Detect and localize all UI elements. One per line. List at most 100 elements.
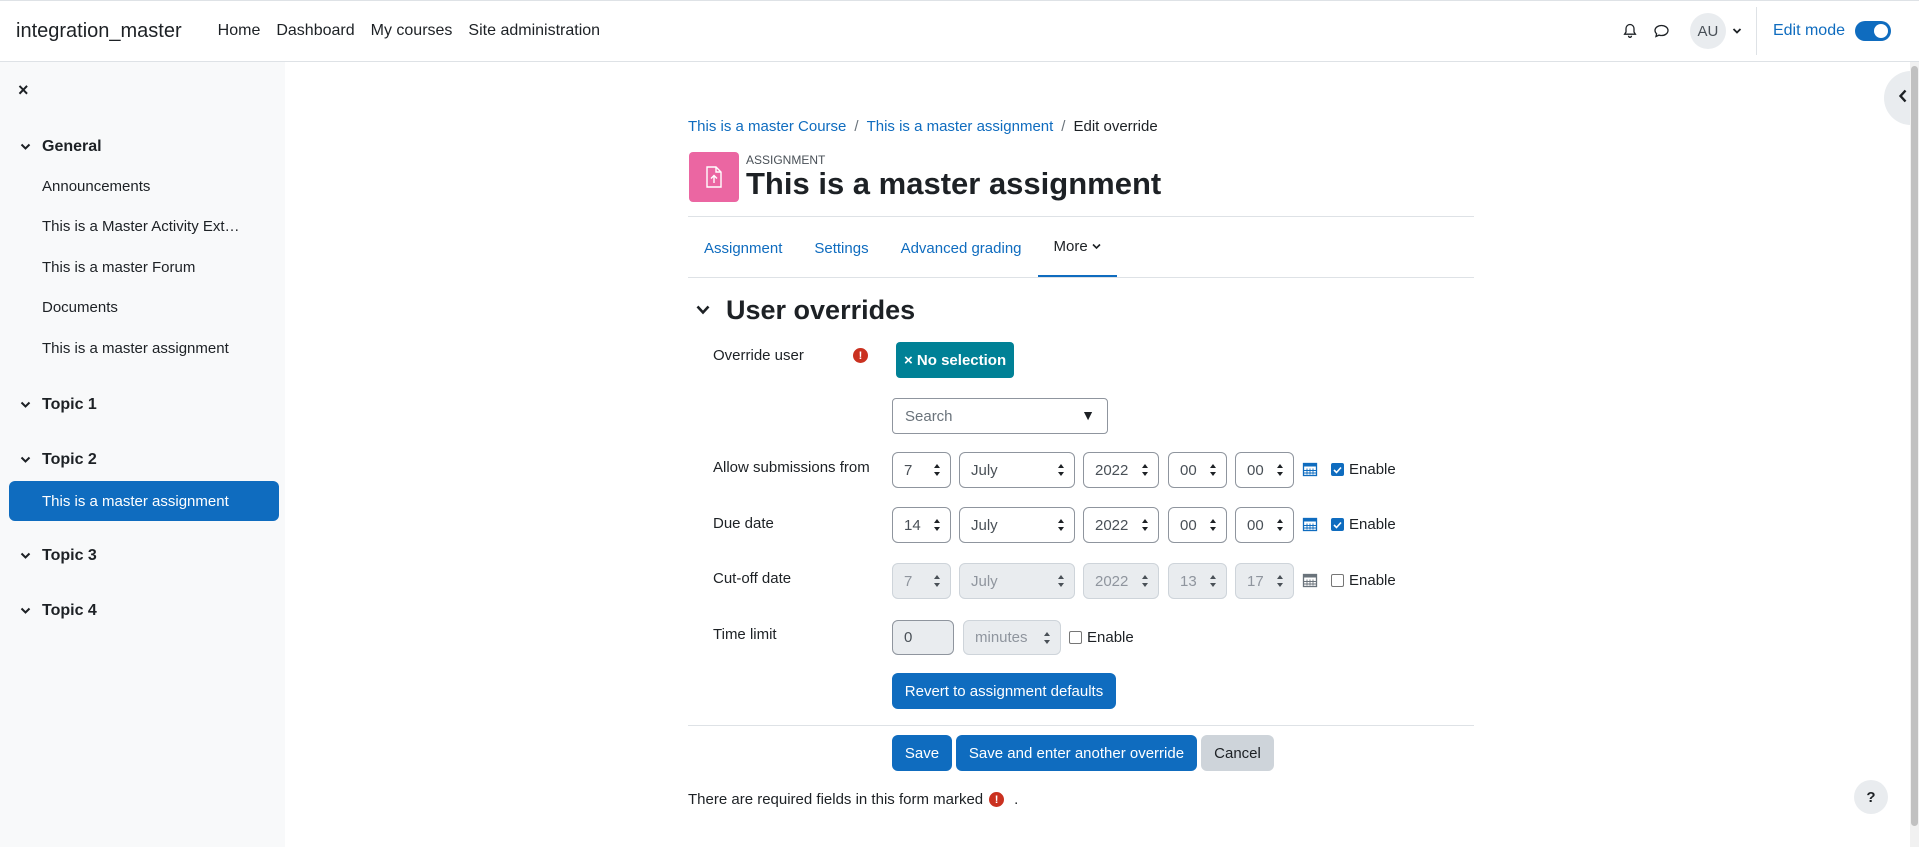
select-value: July (971, 516, 998, 534)
nav-my-courses-link[interactable]: My courses (371, 22, 453, 40)
cutoff-enable-checkbox[interactable]: Enable (1331, 572, 1396, 589)
footnote-text: There are required fields in this form m… (688, 791, 984, 808)
select-value: 00 (1247, 461, 1264, 479)
scrollbar-thumb[interactable] (1911, 66, 1918, 826)
breadcrumb-current: Edit override (1073, 118, 1158, 135)
calendar-icon[interactable] (1302, 572, 1318, 588)
page-title: This is a master assignment (746, 166, 1162, 201)
due-enable-checkbox[interactable]: Enable (1331, 516, 1396, 533)
course-index-item-master-forum[interactable]: This is a master Forum (42, 259, 195, 276)
chevron-down-icon[interactable] (20, 552, 32, 560)
allow-from-hour-select[interactable]: 00 (1168, 452, 1227, 488)
page-scrollbar[interactable] (1910, 62, 1919, 847)
nav-site-administration-link[interactable]: Site administration (468, 22, 600, 40)
cutoff-day-select[interactable]: 7 (892, 563, 951, 599)
chevron-down-icon[interactable] (20, 143, 32, 151)
cutoff-hour-select[interactable]: 13 (1168, 563, 1227, 599)
breadcrumb-course-link[interactable]: This is a master Course (688, 118, 846, 135)
time-limit-input[interactable]: 0 (892, 620, 954, 655)
nav-home-link[interactable]: Home (218, 22, 261, 40)
tab-assignment[interactable]: Assignment (688, 218, 798, 278)
due-minute-select[interactable]: 00 (1235, 507, 1294, 543)
allow-from-day-select[interactable]: 7 (892, 452, 951, 488)
required-icon: ! (989, 792, 1005, 807)
due-month-select[interactable]: July (959, 507, 1075, 543)
calendar-icon[interactable] (1302, 461, 1318, 477)
edit-mode-toggle[interactable] (1855, 21, 1891, 41)
chevron-down-icon (1092, 243, 1101, 250)
select-value: 00 (1247, 516, 1264, 534)
breadcrumb-assignment-link[interactable]: This is a master assignment (867, 118, 1054, 135)
chat-icon[interactable] (1646, 15, 1678, 47)
checkbox-unchecked-icon[interactable] (1331, 574, 1344, 587)
save-button[interactable]: Save (892, 735, 952, 771)
allow-from-enable-checkbox[interactable]: Enable (1331, 461, 1396, 478)
breadcrumb-separator: / (1061, 118, 1066, 135)
chevron-down-icon[interactable] (20, 456, 32, 464)
navbar-right: AU Edit mode (1614, 1, 1919, 61)
enable-label: Enable (1349, 516, 1396, 533)
allow-from-minute-select[interactable]: 00 (1235, 452, 1294, 488)
due-year-select[interactable]: 2022 (1083, 507, 1159, 543)
save-another-override-button[interactable]: Save and enter another override (956, 735, 1197, 771)
help-button[interactable]: ? (1854, 780, 1888, 814)
top-navbar: integration_master Home Dashboard My cou… (0, 0, 1919, 62)
section-title: User overrides (726, 295, 916, 325)
section-topic-2[interactable]: Topic 2 (20, 451, 97, 469)
chevron-down-icon[interactable] (696, 302, 710, 320)
course-index-drawer: × General Announcements This is a Master… (0, 62, 285, 847)
due-hour-select[interactable]: 00 (1168, 507, 1227, 543)
footnote-end: . (1014, 791, 1019, 808)
checkbox-checked-icon[interactable] (1331, 518, 1344, 531)
allow-from-month-select[interactable]: July (959, 452, 1075, 488)
checkbox-checked-icon[interactable] (1331, 463, 1344, 476)
time-limit-enable-checkbox[interactable]: Enable (1069, 629, 1134, 646)
checkbox-unchecked-icon[interactable] (1069, 631, 1082, 644)
course-index-item-master-activity-ext[interactable]: This is a Master Activity Ext… (42, 218, 240, 235)
allow-submissions-label: Allow submissions from (713, 459, 870, 476)
chevron-left-icon[interactable] (1898, 89, 1908, 108)
user-overrides-header[interactable]: User overrides (696, 295, 915, 326)
course-index-item-active-assignment[interactable]: This is a master assignment (9, 481, 279, 521)
course-index-item-documents[interactable]: Documents (42, 299, 118, 316)
bell-icon[interactable] (1614, 15, 1646, 47)
course-index-item-master-assignment[interactable]: This is a master assignment (42, 340, 229, 357)
assignment-icon (689, 152, 739, 202)
chevron-down-icon[interactable] (1732, 27, 1742, 35)
no-selection-badge[interactable]: × No selection (896, 342, 1015, 378)
primary-navigation: Home Dashboard My courses Site administr… (218, 22, 616, 40)
site-name[interactable]: integration_master (16, 20, 182, 43)
allow-from-year-select[interactable]: 2022 (1083, 452, 1159, 488)
tab-advanced-grading[interactable]: Advanced grading (885, 218, 1038, 278)
revert-defaults-button[interactable]: Revert to assignment defaults (892, 673, 1116, 709)
due-date-label: Due date (713, 515, 774, 532)
tab-settings[interactable]: Settings (798, 218, 884, 278)
cutoff-year-select[interactable]: 2022 (1083, 563, 1159, 599)
course-index-item-announcements[interactable]: Announcements (42, 178, 150, 195)
cancel-button[interactable]: Cancel (1201, 735, 1274, 771)
section-topic-1[interactable]: Topic 1 (20, 396, 97, 414)
override-user-label: Override user (713, 347, 804, 364)
cutoff-month-select[interactable]: July (959, 563, 1075, 599)
nav-dashboard-link[interactable]: Dashboard (276, 22, 354, 40)
section-general[interactable]: General (20, 138, 102, 156)
dropdown-arrow-icon[interactable]: ▼ (1081, 407, 1095, 423)
select-value: 17 (1247, 572, 1264, 590)
chevron-down-icon[interactable] (20, 401, 32, 409)
time-limit-unit-select[interactable]: minutes (963, 620, 1061, 655)
cutoff-minute-select[interactable]: 17 (1235, 563, 1294, 599)
user-search-input[interactable]: Search ▼ (892, 398, 1108, 434)
section-topic-4[interactable]: Topic 4 (20, 602, 97, 620)
tab-more[interactable]: More (1037, 218, 1117, 278)
due-day-select[interactable]: 14 (892, 507, 951, 543)
breadcrumb: This is a master Course / This is a mast… (688, 118, 1158, 135)
select-value: July (971, 461, 998, 479)
chevron-down-icon[interactable] (20, 607, 32, 615)
select-value: minutes (975, 629, 1028, 646)
user-avatar[interactable]: AU (1689, 13, 1726, 49)
navbar-divider (1755, 7, 1757, 55)
close-icon[interactable]: × (18, 80, 29, 101)
section-topic-3[interactable]: Topic 3 (20, 547, 97, 565)
required-icon: ! (853, 348, 868, 363)
calendar-icon[interactable] (1302, 516, 1318, 532)
